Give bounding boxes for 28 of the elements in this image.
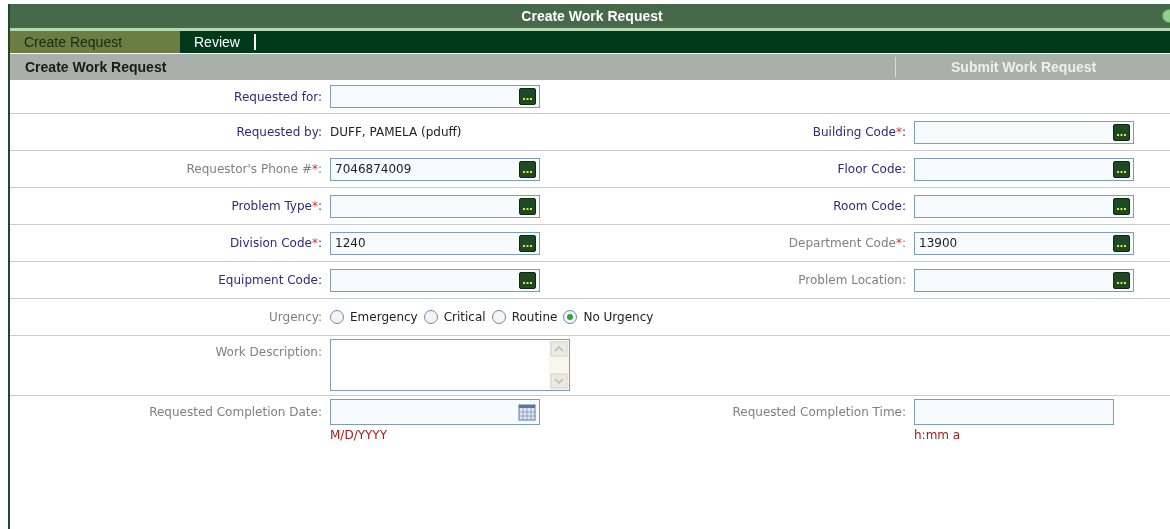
radio-label: Critical (443, 309, 486, 326)
lookup-field[interactable]: 7046874009 (330, 157, 540, 181)
format-hint: h:mm a (914, 427, 962, 443)
field-label: Requested by: (236, 125, 322, 139)
field-label: Department Code*: (788, 236, 906, 250)
field-label: Urgency: (269, 310, 322, 324)
tab[interactable]: Review (180, 31, 254, 53)
lookup-field[interactable]: 1240 (330, 231, 540, 255)
field-label: Requested Completion Time: (732, 405, 906, 419)
field-label: Equipment Code: (218, 273, 322, 287)
lookup-field[interactable]: 13900 (914, 231, 1134, 255)
radio-label: Emergency (350, 309, 418, 326)
field-label: Requested Completion Date: (149, 405, 322, 419)
section-title: Create Work Request (24, 57, 168, 77)
field-label: Requestor's Phone #*: (186, 162, 322, 176)
field-label: Room Code: (833, 199, 906, 213)
field-label: Work Description: (215, 345, 322, 359)
field-label: Problem Type*: (231, 199, 322, 213)
radio-label: No Urgency (583, 309, 654, 326)
format-hint: M/D/YYYY (330, 427, 388, 443)
field-label: Requested for: (234, 89, 322, 104)
window-title: Create Work Request (521, 6, 663, 26)
field-label: Building Code*: (812, 125, 906, 139)
requester-name: DUFF, PAMELA (pduff) (330, 124, 462, 141)
field-label: Division Code*: (229, 236, 322, 250)
radio-label: Routine (511, 309, 558, 326)
field-label: Problem Location: (798, 273, 906, 287)
field-label: Floor Code: (837, 162, 906, 176)
